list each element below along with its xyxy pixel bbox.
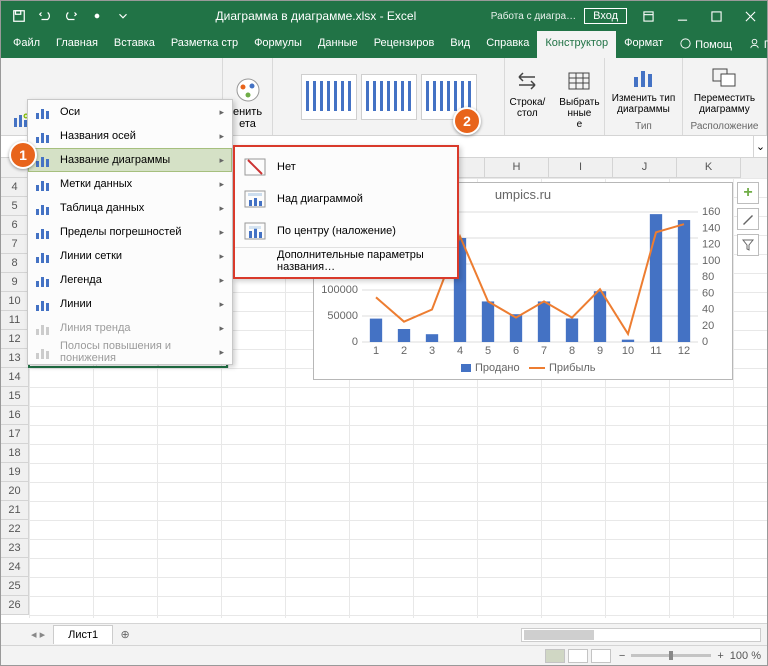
zoom-in[interactable]: +: [717, 650, 723, 662]
submenu-none[interactable]: Нет: [235, 151, 457, 183]
zoom-slider[interactable]: [631, 654, 711, 657]
tab-layout[interactable]: Разметка стр: [163, 31, 246, 58]
menu-item-7[interactable]: Легенда▸: [28, 268, 232, 292]
menu-item-3[interactable]: Метки данных▸: [28, 172, 232, 196]
formula-expand-icon[interactable]: ⌄: [753, 136, 767, 157]
svg-text:0: 0: [352, 336, 358, 348]
svg-text:5: 5: [485, 345, 491, 357]
svg-text:Прибыль: Прибыль: [549, 362, 596, 374]
chart-style-2[interactable]: [361, 74, 417, 120]
submenu-more-options[interactable]: Дополнительные параметры названия…: [235, 247, 457, 273]
svg-text:2: 2: [401, 345, 407, 357]
svg-text:12: 12: [678, 345, 690, 357]
menu-item-5[interactable]: Пределы погрешностей▸: [28, 220, 232, 244]
chart-elements-button[interactable]: +: [737, 182, 759, 204]
tab-insert[interactable]: Вставка: [106, 31, 163, 58]
callout-badge-2: 2: [453, 107, 481, 135]
menu-item-6[interactable]: Линии сетки▸: [28, 244, 232, 268]
svg-text:6: 6: [513, 345, 519, 357]
callout-badge-1: 1: [9, 141, 37, 169]
menu-item-4[interactable]: Таблица данных▸: [28, 196, 232, 220]
view-page-layout[interactable]: [568, 649, 588, 663]
svg-text:100: 100: [702, 255, 720, 267]
change-colors[interactable]: енитьета: [229, 74, 266, 132]
switch-row-col[interactable]: Строка/ стол: [505, 65, 549, 132]
select-data[interactable]: Выбрать нные е: [555, 65, 603, 132]
svg-text:4: 4: [457, 345, 463, 357]
window-title: Диаграмма в диаграмме.xlsx - Excel: [141, 9, 491, 23]
svg-text:20: 20: [702, 320, 714, 332]
chart-styles-button[interactable]: [737, 208, 759, 230]
undo-icon[interactable]: [33, 4, 57, 28]
tell-me[interactable]: Помощ: [671, 31, 740, 58]
share-button[interactable]: Поделиться: [740, 31, 768, 58]
svg-text:7: 7: [541, 345, 547, 357]
qat-dropdown-icon[interactable]: [111, 4, 135, 28]
svg-text:140: 140: [702, 222, 720, 234]
svg-text:60: 60: [702, 287, 714, 299]
titlebar: Диаграмма в диаграмме.xlsx - Excel Работ…: [1, 1, 767, 31]
svg-text:160: 160: [702, 206, 720, 218]
sheet-tabs: ◂ ▸ Лист1 ⊕: [1, 623, 767, 645]
menu-item-8[interactable]: Линии▸: [28, 292, 232, 316]
chart-style-1[interactable]: [301, 74, 357, 120]
svg-text:9: 9: [597, 345, 603, 357]
tab-format[interactable]: Формат: [616, 31, 671, 58]
redo-icon[interactable]: [59, 4, 83, 28]
chart-title-submenu: Нет Над диаграммой По центру (наложение)…: [233, 145, 459, 279]
tab-help[interactable]: Справка: [478, 31, 537, 58]
menu-item-1[interactable]: Названия осей▸: [28, 124, 232, 148]
menu-item-2[interactable]: Название диаграммы▸: [28, 148, 232, 172]
add-sheet-button[interactable]: ⊕: [115, 628, 135, 641]
zoom-out[interactable]: −: [619, 650, 625, 662]
row-headers[interactable]: 4567891011121314151617181920212223242526: [1, 178, 29, 615]
tab-formulas[interactable]: Формулы: [246, 31, 310, 58]
tab-view[interactable]: Вид: [442, 31, 478, 58]
chart-tools-label: Работа с диагра…: [491, 11, 576, 22]
svg-text:120: 120: [702, 239, 720, 251]
svg-text:1: 1: [373, 345, 379, 357]
view-page-break[interactable]: [591, 649, 611, 663]
tab-design[interactable]: Конструктор: [537, 31, 616, 58]
chart-filters-button[interactable]: [737, 234, 759, 256]
tab-review[interactable]: Рецензиров: [366, 31, 443, 58]
ribbon-options-icon[interactable]: [631, 1, 665, 31]
menu-item-9: Линия тренда▸: [28, 316, 232, 340]
svg-text:0: 0: [702, 336, 708, 348]
change-chart-type[interactable]: Изменить тип диаграммы: [608, 61, 679, 117]
view-normal[interactable]: [545, 649, 565, 663]
tab-file[interactable]: Файл: [5, 31, 48, 58]
submenu-centered-overlay[interactable]: По центру (наложение): [235, 215, 457, 247]
svg-text:80: 80: [702, 271, 714, 283]
submenu-above-chart[interactable]: Над диаграммой: [235, 183, 457, 215]
minimize-icon[interactable]: [665, 1, 699, 31]
qat-more-icon[interactable]: [85, 4, 109, 28]
svg-text:10: 10: [622, 345, 634, 357]
ribbon-tabs: Файл Главная Вставка Разметка стр Формул…: [1, 31, 767, 58]
horizontal-scrollbar[interactable]: [521, 628, 761, 642]
svg-text:100000: 100000: [321, 284, 358, 296]
sheet-tab-1[interactable]: Лист1: [53, 625, 113, 644]
svg-text:50000: 50000: [327, 310, 358, 322]
svg-text:40: 40: [702, 304, 714, 316]
tab-home[interactable]: Главная: [48, 31, 106, 58]
svg-text:Продано: Продано: [475, 362, 520, 374]
maximize-icon[interactable]: [699, 1, 733, 31]
menu-item-0[interactable]: Оси▸: [28, 100, 232, 124]
close-icon[interactable]: [733, 1, 767, 31]
login-button[interactable]: Вход: [584, 8, 627, 24]
status-bar: − + 100 %: [1, 645, 767, 665]
add-element-menu: Оси▸Названия осей▸Название диаграммы▸Мет…: [27, 99, 233, 365]
move-chart[interactable]: Переместить диаграмму: [690, 61, 759, 117]
zoom-level[interactable]: 100 %: [730, 650, 761, 662]
svg-text:3: 3: [429, 345, 435, 357]
svg-text:11: 11: [650, 345, 661, 357]
save-icon[interactable]: [7, 4, 31, 28]
menu-item-10: Полосы повышения и понижения▸: [28, 340, 232, 364]
svg-text:8: 8: [569, 345, 575, 357]
tab-data[interactable]: Данные: [310, 31, 366, 58]
